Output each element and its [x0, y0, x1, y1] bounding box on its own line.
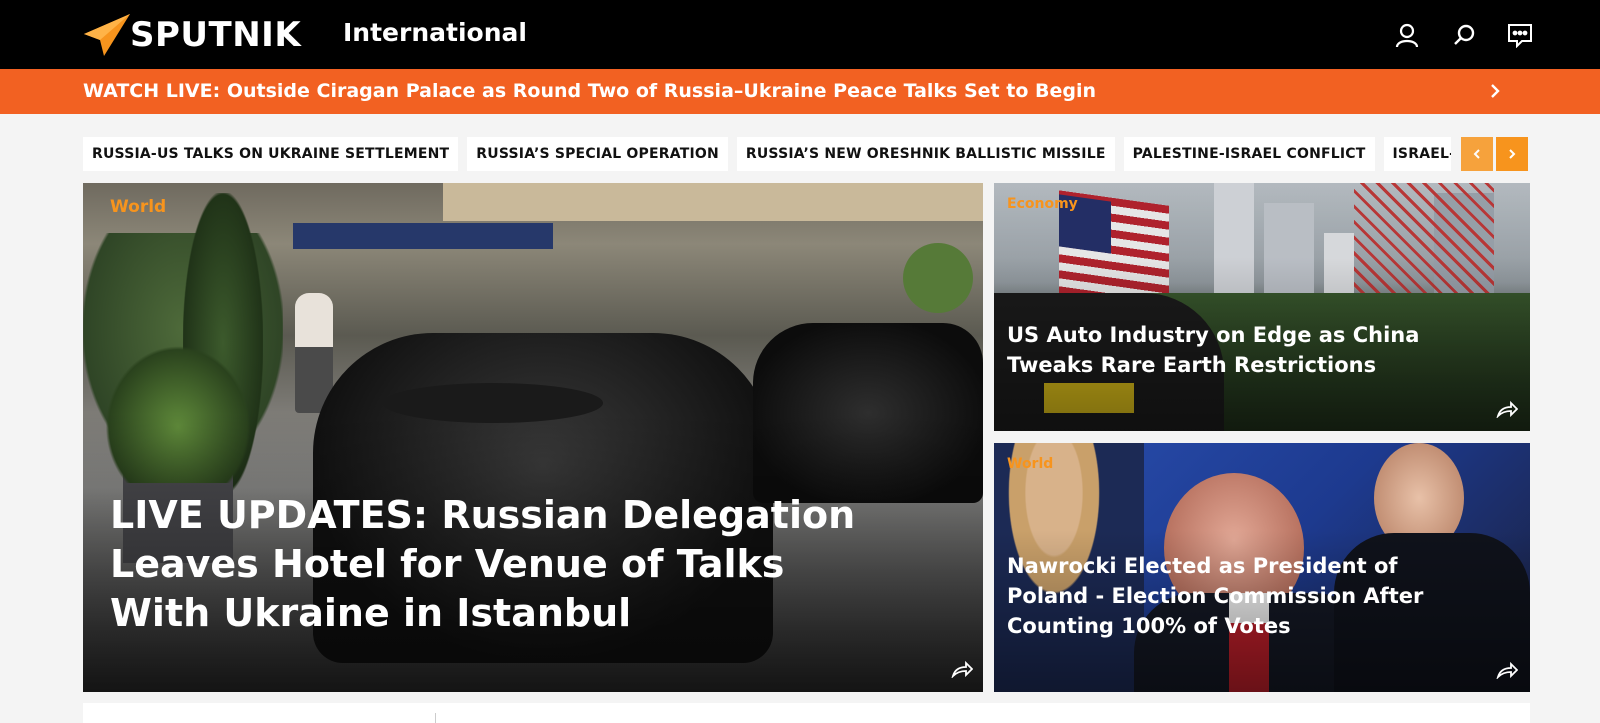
search-icon[interactable]: [1449, 20, 1479, 50]
share-icon[interactable]: [951, 660, 973, 678]
divider: [435, 713, 436, 723]
chat-icon[interactable]: [1505, 20, 1535, 50]
tag-russia-us-talks[interactable]: RUSSIA-US TALKS ON UKRAINE SETTLEMENT: [83, 137, 459, 171]
sputnik-logo-icon: [84, 14, 130, 56]
poland-news-card[interactable]: World Nawrocki Elected as President of P…: [994, 443, 1530, 692]
site-header: SPUTNIK International: [0, 0, 1600, 69]
user-icon[interactable]: [1392, 20, 1422, 50]
live-banner[interactable]: WATCH LIVE: Outside Ciragan Palace as Ro…: [0, 69, 1600, 114]
poland-news-title[interactable]: Nawrocki Elected as President of Poland …: [1007, 551, 1477, 641]
main-news-title[interactable]: LIVE UPDATES: Russian Delegation Leaves …: [110, 491, 870, 638]
economy-news-category[interactable]: Economy: [1007, 196, 1078, 212]
main-news-category[interactable]: World: [110, 197, 166, 217]
tag-israel-lebanon[interactable]: ISRAEL-LEBA: [1383, 137, 1451, 171]
share-icon[interactable]: [1496, 661, 1518, 679]
chevron-right-icon: [1509, 149, 1516, 159]
site-logo[interactable]: SPUTNIK: [82, 12, 301, 58]
economy-news-card[interactable]: Economy US Auto Industry on Edge as Chin…: [994, 183, 1530, 431]
poland-news-category[interactable]: World: [1007, 456, 1053, 472]
chevron-left-icon: [1473, 149, 1480, 159]
tag-oreshnik-missile[interactable]: RUSSIA’S NEW ORESHNIK BALLISTIC MISSILE: [736, 137, 1115, 171]
share-icon[interactable]: [1496, 400, 1518, 418]
tag-palestine-israel[interactable]: PALESTINE-ISRAEL CONFLICT: [1123, 137, 1375, 171]
below-fold-strip: [83, 703, 1530, 723]
economy-news-title[interactable]: US Auto Industry on Edge as China Tweaks…: [1007, 320, 1437, 380]
economy-news-shade: [994, 183, 1530, 431]
edition-label[interactable]: International: [343, 18, 527, 47]
tags-next-button[interactable]: [1496, 137, 1528, 171]
live-banner-text[interactable]: WATCH LIVE: Outside Ciragan Palace as Ro…: [83, 80, 1096, 102]
tag-special-operation[interactable]: RUSSIA’S SPECIAL OPERATION: [467, 137, 728, 171]
chevron-right-icon: [1491, 84, 1500, 98]
brand-name: SPUTNIK: [130, 15, 302, 55]
topic-tags: RUSSIA-US TALKS ON UKRAINE SETTLEMENT RU…: [83, 137, 1451, 171]
main-news-card[interactable]: World LIVE UPDATES: Russian Delegation L…: [83, 183, 983, 692]
tags-prev-button[interactable]: [1461, 137, 1493, 171]
